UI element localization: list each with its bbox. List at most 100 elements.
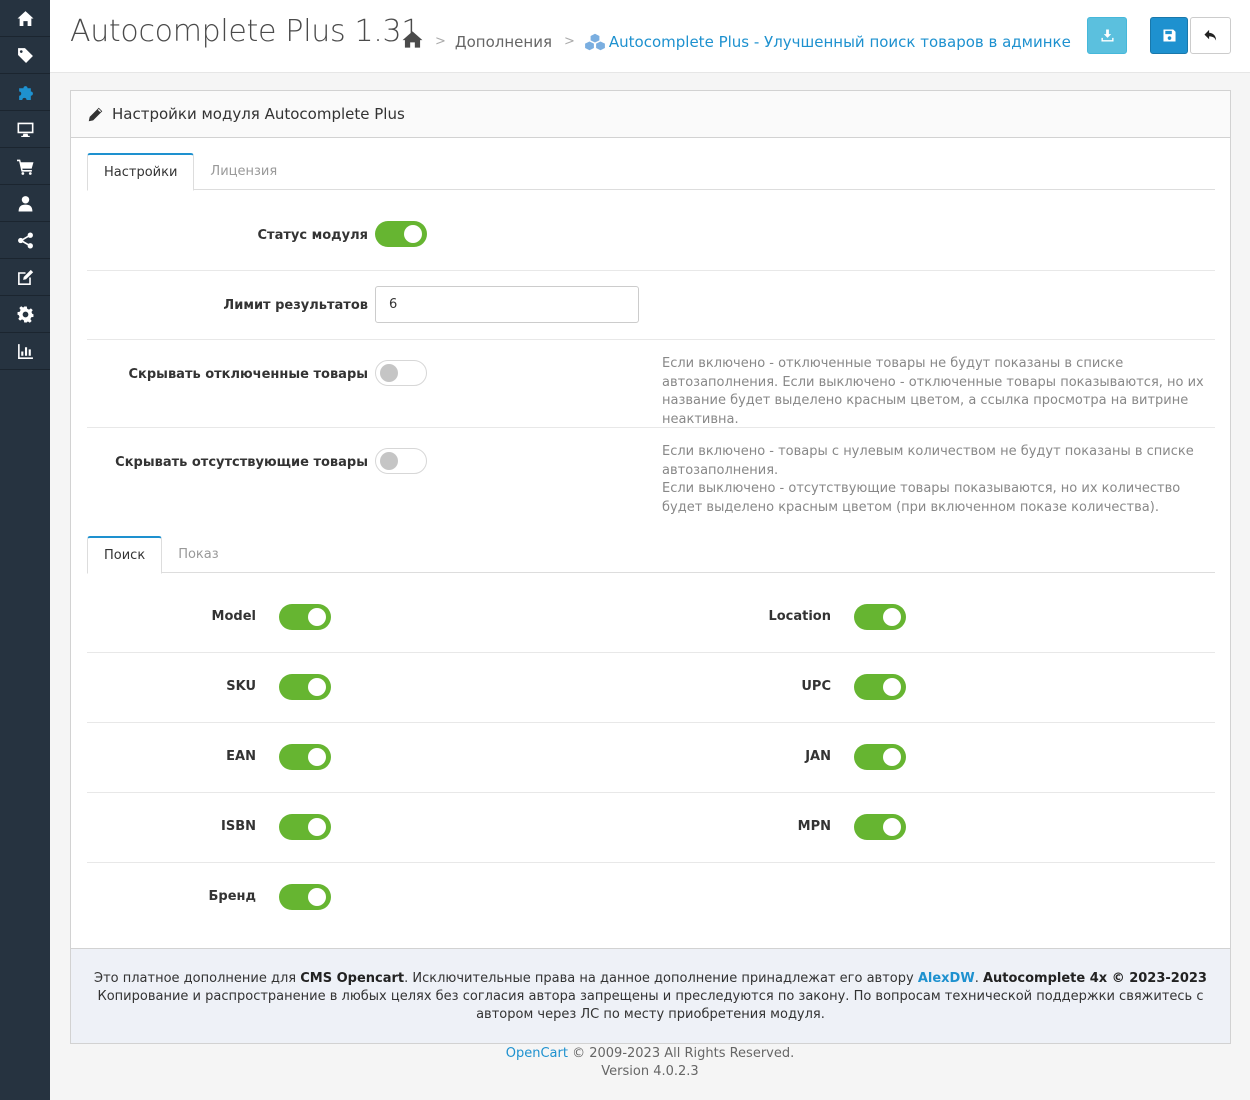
save-button[interactable] xyxy=(1150,17,1188,54)
page-title: Autocomplete Plus 1.31 xyxy=(70,14,421,49)
license-note-line: Копирование и распространение в любых це… xyxy=(97,989,1204,1022)
sidebar-item-extensions[interactable] xyxy=(0,74,50,111)
hide-missing-label: Скрывать отсутствующие товары xyxy=(115,455,368,470)
home-icon xyxy=(402,31,423,48)
form-row-hide-disabled: Скрывать отключенные товары Если включен… xyxy=(87,340,1215,428)
note-cms: CMS Opencart xyxy=(300,971,405,986)
copyright-text: © 2009-2023 All Rights Reserved. xyxy=(567,1046,795,1061)
search-tabs: Поиск Показ xyxy=(87,536,1215,574)
toggle-knob xyxy=(883,678,901,696)
breadcrumb-module-label: Autocomplete Plus - Улучшенный поиск тов… xyxy=(608,32,1071,51)
hide-missing-help-line: Если включено - товары с нулевым количес… xyxy=(662,444,1194,478)
sidebar-item-customers[interactable] xyxy=(0,185,50,222)
breadcrumb-separator: > xyxy=(564,34,575,49)
license-note: Это платное дополнение для CMS Opencart.… xyxy=(71,948,1230,1043)
toggle-knob xyxy=(380,364,398,382)
status-label: Статус модуля xyxy=(257,228,369,243)
sidebar-item-marketing[interactable] xyxy=(0,222,50,259)
panel-heading: Настройки модуля Autocomplete Plus xyxy=(71,91,1230,138)
toggle-knob xyxy=(404,225,422,243)
toggle-knob xyxy=(308,818,326,836)
search-jan-toggle[interactable] xyxy=(854,744,906,770)
license-note-line: Это платное дополнение для CMS Opencart.… xyxy=(71,970,1230,988)
sidebar-item-reports[interactable] xyxy=(0,333,50,370)
main-tabs: Настройки Лицензия xyxy=(87,153,1215,191)
sidebar-item-cms[interactable] xyxy=(0,259,50,296)
download-icon xyxy=(1100,29,1114,42)
cog-icon xyxy=(17,305,33,323)
bar-chart-icon xyxy=(17,343,33,359)
limit-input[interactable]: 6 xyxy=(375,286,639,323)
search-field-label: EAN xyxy=(226,749,256,764)
search-field-label: SKU xyxy=(226,679,256,694)
toggle-knob xyxy=(883,608,901,626)
search-field-label: Model xyxy=(211,609,256,624)
tab-settings[interactable]: Настройки xyxy=(87,153,195,191)
note-text: . Исключительные права на данное дополне… xyxy=(404,971,918,986)
edit-icon xyxy=(17,269,33,285)
form-row-limit: Лимит результатов 6 xyxy=(87,271,1215,340)
breadcrumb-extensions[interactable]: Дополнения xyxy=(455,33,552,51)
author-link[interactable]: AlexDW xyxy=(918,971,975,986)
hide-disabled-toggle[interactable] xyxy=(375,360,427,386)
share-icon xyxy=(17,232,33,248)
hide-missing-toggle[interactable] xyxy=(375,448,427,474)
tab-search[interactable]: Поиск xyxy=(87,536,163,574)
search-model-toggle[interactable] xyxy=(279,604,331,630)
search-field-label: MPN xyxy=(797,819,831,834)
tab-display[interactable]: Показ xyxy=(162,536,234,573)
search-mpn-toggle[interactable] xyxy=(854,814,906,840)
sidebar-item-settings[interactable] xyxy=(0,296,50,333)
search-row: SKU UPC xyxy=(87,653,1215,723)
download-button[interactable] xyxy=(1087,17,1127,54)
cubes-icon xyxy=(585,33,605,50)
hide-disabled-label: Скрывать отключенные товары xyxy=(128,367,368,382)
page-footer: OpenCart © 2009-2023 All Rights Reserved… xyxy=(50,1045,1250,1081)
sidebar-item-design[interactable] xyxy=(0,111,50,148)
toggle-knob xyxy=(308,748,326,766)
breadcrumb-module[interactable]: Autocomplete Plus - Улучшенный поиск тов… xyxy=(584,33,1071,51)
breadcrumb: > Дополнения > Autocomplete Plus - Улучш… xyxy=(402,30,1071,53)
toggle-knob xyxy=(308,678,326,696)
limit-label: Лимит результатов xyxy=(223,298,368,313)
tag-icon xyxy=(17,47,33,63)
settings-panel: Настройки модуля Autocomplete Plus Настр… xyxy=(70,90,1231,1044)
search-location-toggle[interactable] xyxy=(854,604,906,630)
note-product: Autocomplete 4x © 2023-2023 xyxy=(982,971,1207,986)
sidebar-item-dashboard[interactable] xyxy=(0,0,50,37)
toggle-knob xyxy=(883,748,901,766)
desktop-icon xyxy=(17,122,33,137)
home-icon xyxy=(17,10,33,26)
user-icon xyxy=(18,195,32,211)
floppy-icon xyxy=(1162,29,1176,42)
toggle-knob xyxy=(308,888,326,906)
breadcrumb-separator: > xyxy=(435,34,446,49)
search-sku-toggle[interactable] xyxy=(279,674,331,700)
search-upc-toggle[interactable] xyxy=(854,674,906,700)
toggle-knob xyxy=(308,608,326,626)
sidebar-item-sales[interactable] xyxy=(0,148,50,185)
version-text: Version 4.0.2.3 xyxy=(601,1064,699,1079)
copyright-line: OpenCart © 2009-2023 All Rights Reserved… xyxy=(50,1045,1250,1063)
form-row-status: Статус модуля xyxy=(87,191,1215,271)
tab-license[interactable]: Лицензия xyxy=(194,153,293,190)
search-field-label: JAN xyxy=(805,749,831,764)
opencart-link[interactable]: OpenCart xyxy=(506,1046,568,1061)
form-row-hide-missing: Скрывать отсутствующие товары Если включ… xyxy=(87,428,1215,520)
search-field-label: ISBN xyxy=(221,819,256,834)
puzzle-icon xyxy=(18,85,33,100)
search-row: Бренд xyxy=(87,863,1215,933)
search-isbn-toggle[interactable] xyxy=(279,814,331,840)
search-row: ISBN MPN xyxy=(87,793,1215,863)
back-button[interactable] xyxy=(1190,17,1231,54)
page-header: Autocomplete Plus 1.31 > Дополнения > Au… xyxy=(50,0,1250,73)
search-brand-toggle[interactable] xyxy=(279,884,331,910)
panel-heading-label: Настройки модуля Autocomplete Plus xyxy=(112,105,405,123)
search-row: EAN JAN xyxy=(87,723,1215,793)
search-ean-toggle[interactable] xyxy=(279,744,331,770)
sidebar-item-catalog[interactable] xyxy=(0,37,50,74)
breadcrumb-home[interactable] xyxy=(402,30,423,53)
status-toggle[interactable] xyxy=(375,221,427,247)
reply-icon xyxy=(1204,29,1217,41)
search-row: Model Location xyxy=(87,583,1215,653)
